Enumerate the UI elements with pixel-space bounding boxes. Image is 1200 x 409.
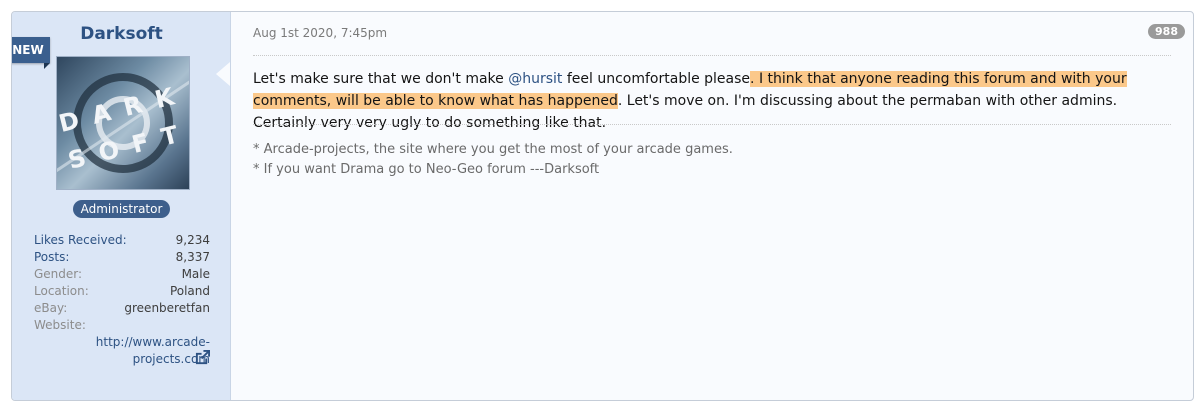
sidebar-arrow (216, 62, 230, 86)
external-link-icon[interactable] (195, 350, 210, 365)
user-stats: Likes Received: 9,234 Posts: 8,337 Gende… (34, 232, 210, 368)
post-date[interactable]: Aug 1st 2020, 7:45pm (253, 26, 387, 40)
user-sidebar: Darksoft DARK SOFT NEW Administrator Lik… (12, 12, 231, 400)
avatar[interactable]: DARK SOFT (56, 56, 190, 190)
role-banner: Administrator (12, 198, 231, 218)
stat-gender-value: Male (181, 267, 210, 281)
stat-gender-label: Gender: (34, 267, 83, 281)
stat-location-value: Poland (169, 284, 210, 298)
stat-posts-value: 8,337 (175, 250, 210, 264)
website-link[interactable]: http://www.arcade-projects.com (34, 334, 210, 368)
stat-website: Website: (34, 317, 210, 334)
signature-line: * If you want Drama go to Neo-Geo forum … (253, 162, 600, 177)
stat-posts-label[interactable]: Posts: (34, 249, 69, 266)
stat-location-label: Location: (34, 284, 89, 298)
post-number[interactable]: 988 (1148, 24, 1185, 39)
stat-ebay-label: eBay: (34, 301, 68, 315)
new-ribbon: NEW (12, 37, 50, 69)
signature-divider (253, 124, 1171, 125)
post-content: Aug 1st 2020, 7:45pm 988 Let's make sure… (231, 12, 1193, 400)
divider (253, 55, 1171, 56)
forum-post: Darksoft DARK SOFT NEW Administrator Lik… (11, 11, 1194, 401)
role-badge: Administrator (72, 200, 171, 218)
stat-website-label: Website: (34, 318, 86, 332)
stat-ebay: eBay: greenberetfan (34, 300, 210, 317)
stat-gender: Gender: Male (34, 266, 210, 283)
stat-ebay-value: greenberetfan (124, 301, 210, 315)
stat-likes-value: 9,234 (175, 233, 210, 247)
message-text: Let's make sure that we don't make (253, 71, 509, 87)
stat-likes-label[interactable]: Likes Received: (34, 232, 127, 249)
stat-location: Location: Poland (34, 283, 210, 300)
signature-line: * Arcade-projects, the site where you ge… (253, 142, 733, 157)
stat-posts: Posts: 8,337 (34, 249, 210, 266)
stat-likes: Likes Received: 9,234 (34, 232, 210, 249)
signature: * Arcade-projects, the site where you ge… (253, 140, 733, 180)
message-text: feel uncomfortable please (562, 71, 751, 87)
user-mention[interactable]: @hursit (508, 71, 562, 87)
